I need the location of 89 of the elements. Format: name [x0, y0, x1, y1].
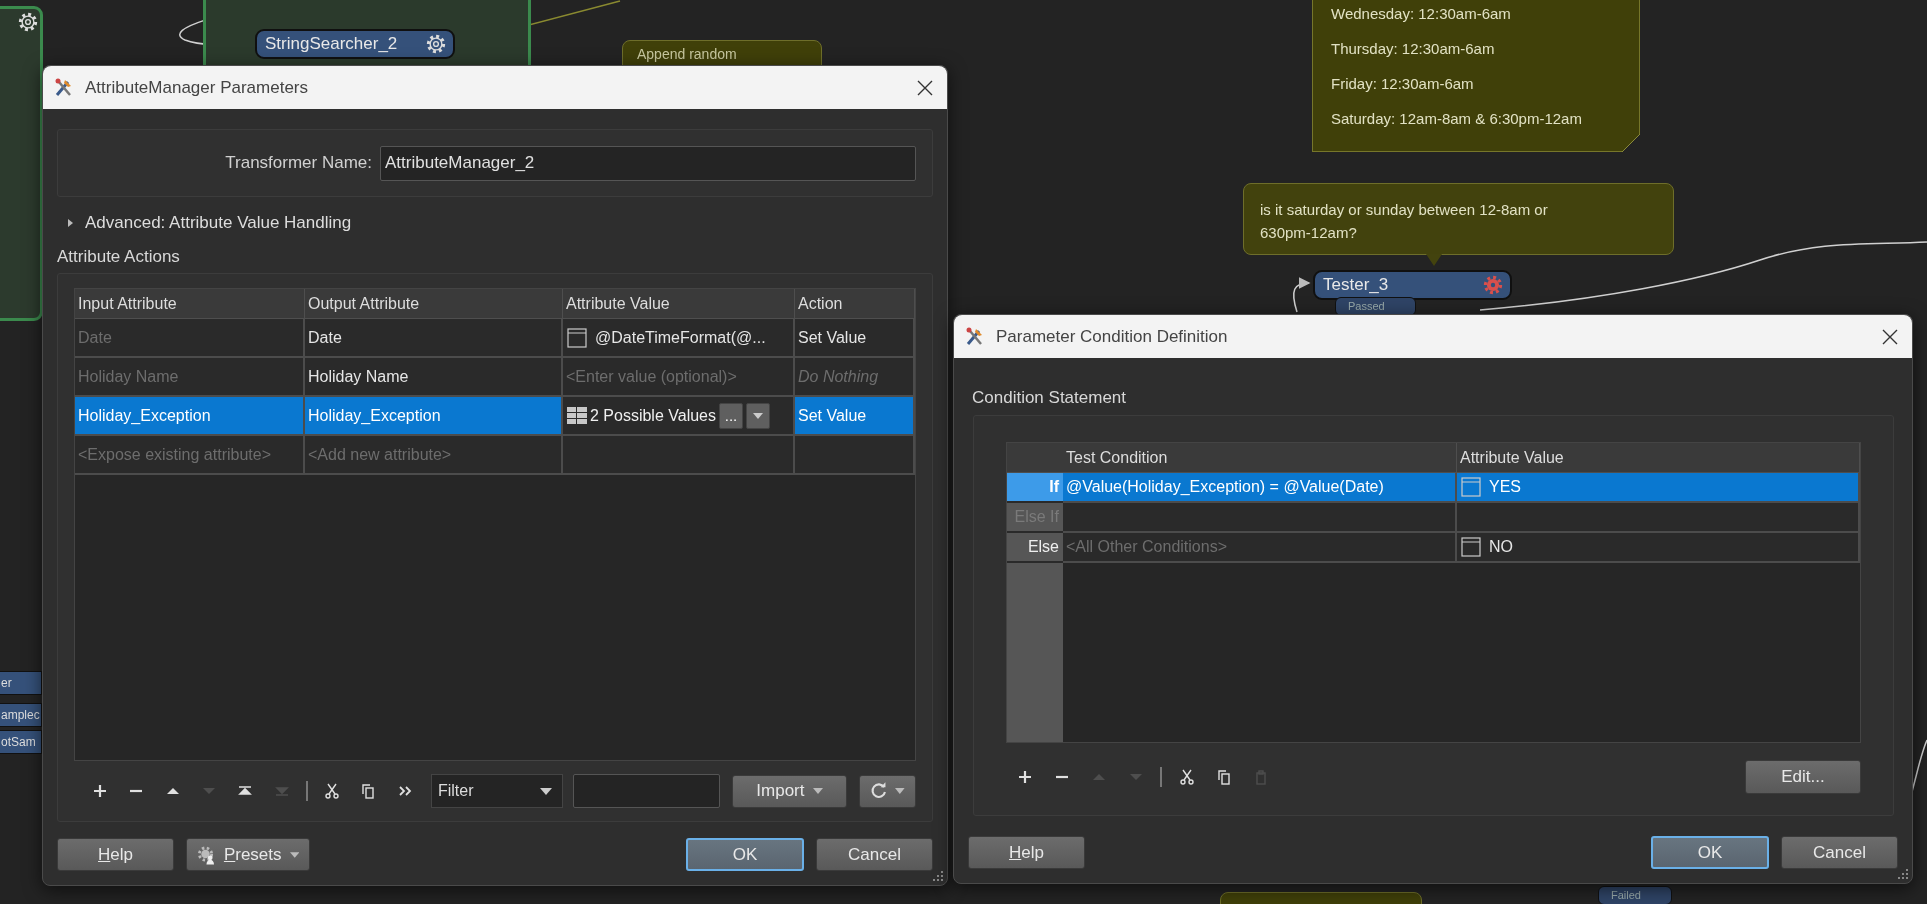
transformer-node[interactable]: Tester_3	[1313, 270, 1512, 300]
transformer-node[interactable]: StringSearcher_2	[255, 29, 455, 59]
output-port[interactable]: Failed	[1598, 886, 1672, 904]
plus-icon	[92, 783, 109, 799]
table-cell: Date	[75, 319, 305, 358]
field-label: Transformer Name:	[224, 153, 373, 173]
window-title: Parameter Condition Definition	[996, 326, 1229, 347]
scissors-icon	[324, 783, 341, 799]
caret-icon	[289, 851, 299, 858]
filter-dropdown[interactable]: Filter	[430, 774, 563, 808]
annotation-text: Thursday: 12:30am-6am	[1331, 40, 1496, 57]
annotation-text: is it saturday or sunday between 12-8am or 630pm-12am?	[1260, 200, 1549, 243]
text-value-icon	[567, 327, 587, 348]
table-cell: <All Other Conditions>	[1063, 533, 1457, 563]
cell-text: NO	[1489, 538, 1513, 556]
table-row[interactable]: Date Date @DateTimeFormat(@... Set Value	[75, 319, 915, 358]
group-title: Attribute Actions	[57, 247, 181, 267]
column-header[interactable]: Attribute Value	[1457, 443, 1860, 473]
column-header[interactable]: Action	[795, 289, 915, 319]
cell-text: @DateTimeFormat(@...	[595, 328, 766, 347]
cell-text: YES	[1489, 478, 1521, 496]
table-row[interactable]: Else <All Other Conditions> NO	[1007, 533, 1860, 563]
refresh-button[interactable]	[859, 774, 917, 808]
table-cell: Holiday_Exception	[75, 397, 305, 436]
edit-button[interactable]: Edit...	[1745, 760, 1861, 794]
caret-icon	[895, 788, 906, 794]
table-grid-icon	[567, 405, 587, 426]
column-header[interactable]: Input Attribute	[75, 289, 305, 319]
table-cell: Date	[305, 319, 563, 358]
table-row[interactable]: Holiday Name Holiday Name <Enter value (optional)> Do Nothing	[75, 358, 915, 397]
table-cell: Set Value	[795, 319, 915, 358]
caret-icon	[753, 412, 763, 419]
copy-icon	[1215, 769, 1232, 785]
node-label: StringSearcher_2	[265, 34, 398, 54]
cancel-button[interactable]: Cancel	[816, 838, 933, 871]
table-cell: <Expose existing attribute>	[75, 436, 305, 475]
column-header[interactable]: Test Condition	[1063, 443, 1457, 473]
resize-grip-icon[interactable]	[1897, 868, 1909, 880]
table-row[interactable]: If @Value(Holiday_Exception) = @Value(Date) YES	[1007, 473, 1860, 503]
table-cell: Holiday Name	[305, 358, 563, 397]
cell-text: 2 Possible Values	[590, 406, 716, 425]
plus-icon	[1016, 769, 1033, 785]
import-button[interactable]: Import	[731, 774, 848, 808]
ok-button[interactable]: OK	[686, 838, 804, 871]
dropdown-button[interactable]	[746, 402, 770, 429]
annotation-text: Append random	[637, 46, 738, 62]
expand-triangle-icon[interactable]	[65, 218, 75, 228]
transformer-name-field[interactable]: AttributeManager_2	[380, 145, 916, 181]
column-header[interactable]: Attribute Value	[563, 289, 795, 319]
filter-field[interactable]	[572, 774, 720, 808]
resize-grip-icon[interactable]	[932, 870, 944, 882]
table-cell: @Value(Holiday_Exception) = @Value(Date)	[1063, 473, 1457, 503]
caret-icon	[539, 787, 552, 795]
ok-button[interactable]: OK	[1651, 836, 1769, 869]
column-header[interactable]: Output Attribute	[305, 289, 563, 319]
transformer-node[interactable]: amplec	[0, 703, 42, 727]
table-cell: <Enter value (optional)>	[563, 358, 795, 397]
close-icon	[1882, 328, 1898, 345]
more-button[interactable]: ...	[719, 402, 743, 429]
refresh-icon	[870, 782, 888, 800]
transformer-node[interactable]: otSam	[0, 730, 42, 754]
group-title: Condition Statement	[972, 388, 1128, 408]
help-button[interactable]: Help	[968, 836, 1085, 869]
gear-person-icon	[197, 844, 216, 865]
node-label: Tester_3	[1323, 275, 1389, 295]
window-title: AttributeManager Parameters	[85, 77, 309, 98]
annotation-text: Friday: 12:30am-6am	[1331, 75, 1475, 92]
help-button[interactable]: Help	[57, 838, 174, 871]
table-cell: Set Value	[795, 397, 915, 436]
table-cell: Holiday_Exception	[305, 397, 563, 436]
close-icon	[917, 79, 933, 96]
scissors-icon	[1178, 769, 1195, 785]
annotation-text: Wednesday: 12:30am-6am	[1331, 5, 1512, 22]
table-cell: <Add new attribute>	[305, 436, 563, 475]
row-header[interactable]: Else	[1007, 533, 1063, 563]
annotation-text: Saturday: 12am-8am & 6:30pm-12am	[1331, 110, 1583, 127]
folded-corner-icon	[1622, 134, 1640, 152]
section-toggle[interactable]: Advanced: Attribute Value Handling	[85, 213, 352, 233]
caret-icon	[812, 788, 823, 794]
text-value-icon	[1461, 477, 1481, 497]
presets-button[interactable]: Presets	[186, 838, 310, 871]
table-cell: Do Nothing	[795, 358, 915, 397]
copy-icon	[360, 783, 377, 799]
table-cell: Holiday Name	[75, 358, 305, 397]
table-row[interactable]: Holiday_Exception Holiday_Exception 2 Possible Values ... Set Value	[75, 397, 915, 436]
connector-line	[1292, 277, 1311, 313]
transformer-node[interactable]: er	[0, 671, 42, 695]
cancel-button[interactable]: Cancel	[1781, 836, 1898, 869]
text-value-icon	[1461, 537, 1481, 557]
